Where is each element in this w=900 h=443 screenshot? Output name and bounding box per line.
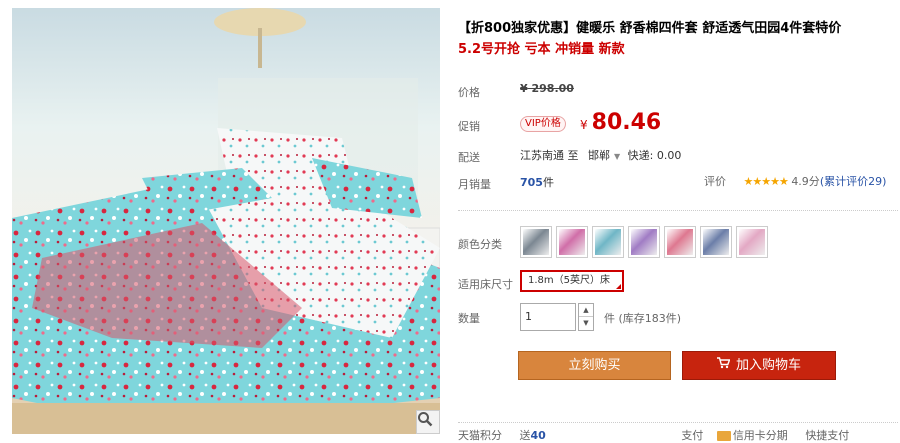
- ship-to-word: 至: [567, 149, 579, 162]
- quantity-label: 数量: [458, 312, 480, 325]
- color-swatch[interactable]: [664, 226, 696, 258]
- shipping-info: 江苏南通 至 邯郸 ▼ 快递: 0.00: [520, 147, 681, 163]
- review-label: 评价: [704, 175, 726, 188]
- color-swatch[interactable]: [736, 226, 768, 258]
- stock-info: 件 (库存183件): [604, 312, 682, 325]
- color-swatch[interactable]: [700, 226, 732, 258]
- product-page: 【折800独家优惠】健暖乐 舒香棉四件套 舒适透气田园4件套特价 5.2号开抢 …: [0, 0, 900, 443]
- color-swatch[interactable]: [628, 226, 660, 258]
- price-label: 价格: [458, 86, 480, 99]
- rating: 评价 ★★★★★ 4.9分(累计评价29): [704, 173, 886, 189]
- shipping-fee: 快递: 0.00: [627, 149, 682, 162]
- shopping-cart-icon: [716, 352, 731, 379]
- points-label: 天猫积分: [458, 429, 502, 442]
- points-value: 40: [530, 429, 546, 442]
- product-info-panel: 【折800独家优惠】健暖乐 舒香棉四件套 舒适透气田园4件套特价 5.2号开抢 …: [458, 20, 898, 442]
- product-title: 【折800独家优惠】健暖乐 舒香棉四件套 舒适透气田园4件套特价: [458, 21, 842, 36]
- monthly-sales: 705件: [520, 176, 554, 189]
- color-swatch[interactable]: [556, 226, 588, 258]
- bedding-illustration: [12, 8, 440, 434]
- chevron-down-icon[interactable]: ▼: [614, 152, 620, 161]
- color-swatch[interactable]: [520, 226, 552, 258]
- shipping-label: 配送: [458, 151, 480, 164]
- product-subtitle: 5.2号开抢 亏本 冲销量 新款: [458, 42, 625, 57]
- selected-check-icon: [616, 284, 621, 289]
- vip-badge: VIP价格: [520, 116, 566, 132]
- color-swatch[interactable]: [592, 226, 624, 258]
- quantity-input[interactable]: 1: [520, 303, 576, 331]
- size-label: 适用床尺寸: [458, 278, 513, 291]
- original-price: ¥ 298.00: [520, 82, 574, 95]
- decrement-icon[interactable]: ▼: [579, 317, 593, 330]
- footer-info: 天猫积分 送40 支付 信用卡分期 快捷支付: [458, 429, 850, 442]
- quantity-stepper[interactable]: ▲ ▼: [578, 303, 594, 331]
- rating-score: 4.9分: [791, 175, 820, 188]
- sale-price: ¥80.46: [580, 110, 662, 135]
- star-rating-icon: ★★★★★: [743, 175, 789, 188]
- color-swatches: [520, 226, 768, 258]
- buy-now-button[interactable]: 立刻购买: [518, 351, 671, 380]
- divider: [458, 422, 898, 423]
- review-count-link[interactable]: (累计评价29): [820, 175, 887, 188]
- magnifier-icon[interactable]: [416, 410, 440, 434]
- monthly-sales-label: 月销量: [458, 178, 491, 191]
- credit-card-icon: [716, 431, 731, 441]
- ship-destination[interactable]: 邯郸: [588, 149, 610, 162]
- ship-from: 江苏南通: [520, 149, 564, 162]
- quick-pay[interactable]: 快捷支付: [805, 429, 849, 442]
- color-label: 颜色分类: [458, 238, 502, 251]
- promo-label: 促销: [458, 120, 480, 133]
- credit-card-pay[interactable]: 信用卡分期: [716, 429, 788, 442]
- add-to-cart-button[interactable]: 加入购物车: [682, 351, 836, 380]
- divider: [458, 210, 898, 211]
- size-option-selected[interactable]: 1.8m（5英尺）床: [520, 270, 624, 292]
- product-image[interactable]: [12, 8, 440, 434]
- pay-label: 支付: [681, 429, 704, 442]
- increment-icon[interactable]: ▲: [579, 304, 593, 317]
